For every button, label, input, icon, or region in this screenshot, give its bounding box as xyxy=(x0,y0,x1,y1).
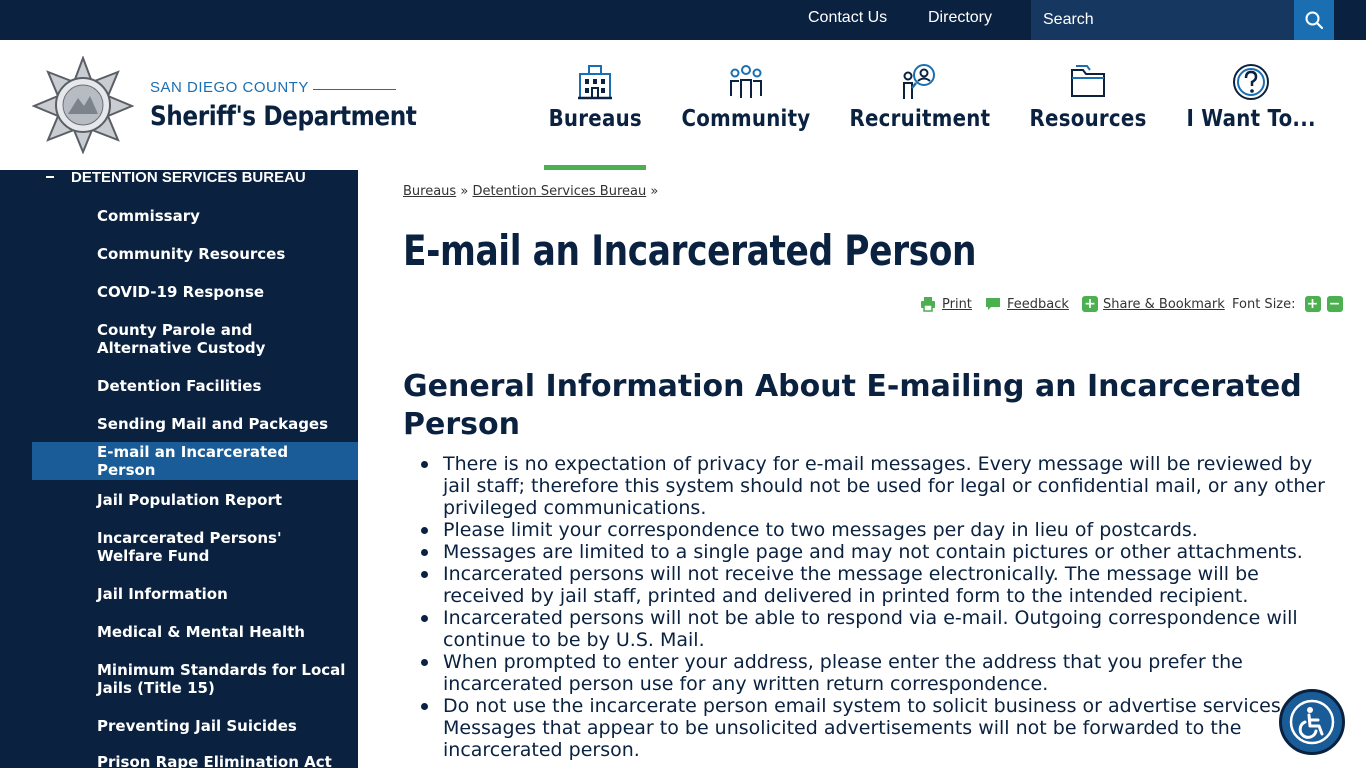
building-icon xyxy=(578,65,612,100)
wheelchair-icon xyxy=(1289,699,1335,745)
search-button[interactable] xyxy=(1294,0,1334,40)
nav-label: Bureaus xyxy=(548,106,642,132)
nav-resources[interactable]: Resources xyxy=(1029,40,1146,170)
list-item: Do not use the incarcerate person email … xyxy=(403,695,1333,761)
collapse-dash-icon[interactable] xyxy=(46,176,54,178)
breadcrumb-detention-services[interactable]: Detention Services Bureau xyxy=(472,184,646,199)
logo-department-text[interactable]: Sheriff's Department xyxy=(150,101,417,132)
printer-icon xyxy=(921,297,935,312)
question-icon xyxy=(1233,64,1269,100)
font-increase-button[interactable]: + xyxy=(1304,296,1321,312)
breadcrumb-separator: » xyxy=(650,184,659,199)
sidebar-item-covid-19-response[interactable]: COVID-19 Response xyxy=(32,283,358,301)
site-header: SAN DIEGO COUNTY Sheriff's Department Bu… xyxy=(0,40,1366,170)
print-tool[interactable]: Print xyxy=(920,294,972,314)
folder-icon xyxy=(1071,65,1105,97)
sidebar-item-community-resources[interactable]: Community Resources xyxy=(32,245,358,263)
sidebar-item-detention-facilities[interactable]: Detention Facilities xyxy=(32,377,358,395)
search-icon xyxy=(1305,11,1324,30)
list-item: Messages are limited to a single page an… xyxy=(403,541,1333,563)
share-plus-icon: + xyxy=(1082,296,1098,312)
info-list: There is no expectation of privacy for e… xyxy=(403,453,1333,761)
sidebar-item-welfare-fund[interactable]: Incarcerated Persons' Welfare Fund xyxy=(32,529,358,565)
section-heading: General Information About E-mailing an I… xyxy=(403,369,1302,442)
sidebar-item-email-incarcerated[interactable]: E-mail an Incarcerated Person xyxy=(32,442,358,480)
sidebar-item-jail-information[interactable]: Jail Information xyxy=(32,585,358,603)
list-item: There is no expectation of privacy for e… xyxy=(403,453,1333,519)
font-decrease-button[interactable]: − xyxy=(1326,296,1343,312)
nav-label: Recruitment xyxy=(849,106,991,132)
nav-bureaus[interactable]: Bureaus xyxy=(545,40,645,170)
sidebar-item-minimum-standards[interactable]: Minimum Standards for Local Jails (Title… xyxy=(32,661,358,697)
nav-label: Community xyxy=(681,106,811,132)
sidebar-item-prea[interactable]: Prison Rape Elimination Act xyxy=(32,753,358,771)
list-item: When prompted to enter your address, ple… xyxy=(403,651,1333,695)
accessibility-button[interactable] xyxy=(1279,689,1345,755)
list-item: Incarcerated persons will not receive th… xyxy=(403,563,1333,607)
breadcrumb-bureaus[interactable]: Bureaus xyxy=(403,184,456,199)
breadcrumb: Bureaus » Detention Services Bureau » xyxy=(403,184,658,199)
contact-us-link[interactable]: Contact Us xyxy=(808,9,887,27)
sidebar-item-sending-mail[interactable]: Sending Mail and Packages xyxy=(32,415,358,433)
directory-link[interactable]: Directory xyxy=(928,9,992,27)
nav-label: I Want To... xyxy=(1186,106,1316,132)
sheriff-star-badge[interactable] xyxy=(32,56,134,154)
font-size-label: Font Size: xyxy=(1232,296,1296,312)
breadcrumb-separator: » xyxy=(460,184,469,199)
sidebar: DETENTION SERVICES BUREAU Commissary Com… xyxy=(0,168,358,771)
sidebar-item-preventing-suicides[interactable]: Preventing Jail Suicides xyxy=(32,717,358,735)
share-bookmark-link[interactable]: Share & Bookmark xyxy=(1103,297,1225,312)
share-tool[interactable]: + Share & Bookmark xyxy=(1082,294,1225,314)
sidebar-item-medical-mental-health[interactable]: Medical & Mental Health xyxy=(32,623,358,641)
utility-bar: Contact Us Directory xyxy=(0,0,1366,40)
font-size-tool: Font Size: + − xyxy=(1232,294,1343,314)
recruit-search-icon xyxy=(903,64,935,99)
nav-label: Resources xyxy=(1029,106,1147,132)
search-input[interactable] xyxy=(1031,0,1294,40)
people-icon xyxy=(730,65,762,98)
logo-divider xyxy=(313,89,396,90)
sidebar-item-commissary[interactable]: Commissary xyxy=(32,207,358,225)
nav-community[interactable]: Community xyxy=(682,40,810,170)
speech-bubble-icon xyxy=(986,298,1000,310)
sidebar-item-county-parole[interactable]: County Parole and Alternative Custody xyxy=(32,321,358,357)
feedback-tool[interactable]: Feedback xyxy=(985,294,1069,314)
search-box xyxy=(1031,0,1294,40)
nav-i-want-to[interactable]: I Want To... xyxy=(1186,40,1315,170)
nav-recruitment[interactable]: Recruitment xyxy=(850,40,990,170)
page-title: E-mail an Incarcerated Person xyxy=(403,226,977,275)
logo-county-text: SAN DIEGO COUNTY xyxy=(150,79,309,96)
print-link[interactable]: Print xyxy=(942,297,972,312)
sidebar-parent-label: DETENTION SERVICES BUREAU xyxy=(71,168,306,186)
sidebar-item-jail-population-report[interactable]: Jail Population Report xyxy=(32,491,358,509)
nav-active-indicator xyxy=(544,165,646,170)
sidebar-parent[interactable]: DETENTION SERVICES BUREAU xyxy=(46,168,306,186)
list-item: Please limit your correspondence to two … xyxy=(403,519,1333,541)
feedback-link[interactable]: Feedback xyxy=(1007,297,1069,312)
list-item: Incarcerated persons will not be able to… xyxy=(403,607,1333,651)
